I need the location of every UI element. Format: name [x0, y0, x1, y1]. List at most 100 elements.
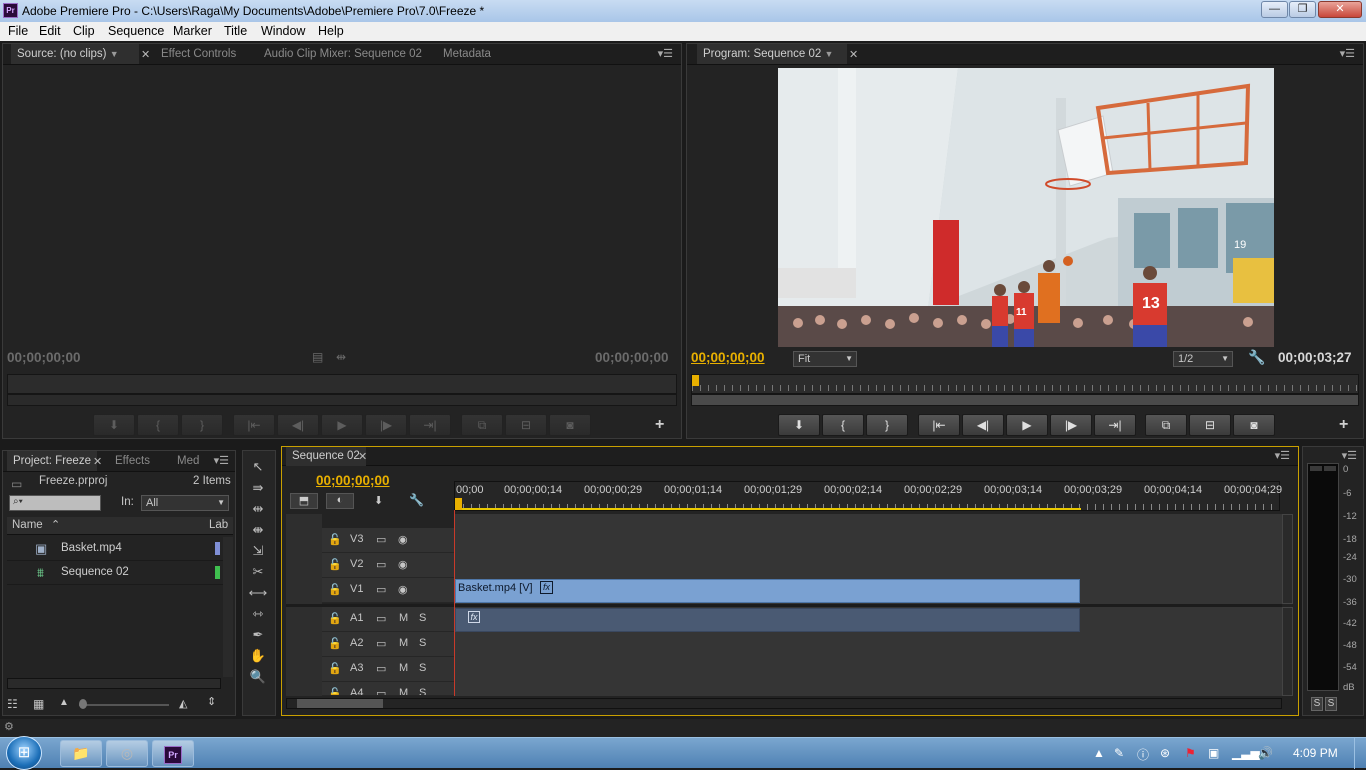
- lock-icon[interactable]: 🔓: [328, 662, 342, 675]
- export-frame-button[interactable]: ◙: [549, 414, 591, 436]
- wrench-settings-icon[interactable]: 🔧: [1248, 349, 1265, 366]
- sync-lock-icon[interactable]: ▭: [376, 637, 386, 650]
- play-button[interactable]: ▶: [321, 414, 363, 436]
- taskbar-clock[interactable]: 4:09 PM: [1293, 746, 1338, 760]
- column-label[interactable]: Lab: [209, 519, 228, 531]
- audio-clip[interactable]: fx: [455, 608, 1080, 632]
- tab-sequence[interactable]: Sequence 02: [286, 447, 366, 466]
- slide-tool-icon[interactable]: ⇿: [247, 604, 269, 624]
- button-editor-plus-icon[interactable]: +: [655, 416, 664, 434]
- source-zoom-scrollbar[interactable]: [7, 394, 677, 406]
- signal-tray-icon[interactable]: ▁▃▅: [1232, 746, 1260, 760]
- tab-program[interactable]: Program: Sequence 02 ▼: [697, 44, 847, 64]
- sort-ascending-icon[interactable]: ⌃: [51, 518, 60, 531]
- network-share-tray-icon[interactable]: ⊛: [1160, 746, 1170, 760]
- linked-selection-icon[interactable]: ◐: [326, 493, 354, 509]
- video-clip[interactable]: Basket.mp4 [V] fx: [455, 579, 1080, 603]
- step-forward-button[interactable]: |▶: [1050, 414, 1092, 436]
- zoom-in-icon[interactable]: ◭: [179, 697, 187, 710]
- go-to-in-button[interactable]: |⇤: [918, 414, 960, 436]
- hand-tool-icon[interactable]: ✋: [247, 646, 269, 666]
- fx-badge[interactable]: fx: [540, 581, 553, 594]
- overwrite-button[interactable]: ⊟: [505, 414, 547, 436]
- premiere-taskbar-icon[interactable]: Pr: [152, 740, 194, 767]
- video-tracks-scrollbar[interactable]: [1282, 514, 1293, 604]
- column-name[interactable]: Name: [12, 519, 43, 531]
- tab-metadata[interactable]: Metadata: [437, 44, 497, 64]
- chrome-taskbar-icon[interactable]: ◎: [106, 740, 148, 767]
- add-marker-button[interactable]: ⬇: [93, 414, 135, 436]
- menu-clip[interactable]: Clip: [73, 24, 95, 38]
- lock-icon[interactable]: 🔓: [328, 612, 342, 625]
- list-item[interactable]: ▣ Basket.mp4: [7, 537, 223, 561]
- go-to-out-button[interactable]: ⇥|: [1094, 414, 1136, 436]
- tab-close-icon[interactable]: ✕: [849, 48, 858, 61]
- razor-tool-icon[interactable]: ✂: [247, 562, 269, 582]
- add-marker-button[interactable]: ⬇: [778, 414, 820, 436]
- playhead[interactable]: [455, 498, 462, 510]
- play-button[interactable]: ▶: [1006, 414, 1048, 436]
- menu-edit[interactable]: Edit: [39, 24, 61, 38]
- source-timecode-out[interactable]: 00;00;00;00: [595, 350, 669, 365]
- lock-icon[interactable]: 🔓: [328, 533, 342, 546]
- export-frame-button[interactable]: ◙: [1233, 414, 1275, 436]
- minimize-button[interactable]: —: [1261, 1, 1288, 18]
- sync-lock-icon[interactable]: ▭: [376, 662, 386, 675]
- snap-icon[interactable]: ⬒: [290, 493, 318, 509]
- list-view-icon[interactable]: ☷: [7, 697, 18, 711]
- solo-button[interactable]: S: [419, 637, 426, 649]
- lock-icon[interactable]: 🔓: [328, 637, 342, 650]
- track-header-v2[interactable]: 🔓 V2 ▭ ◉: [322, 553, 454, 578]
- track-header-a4[interactable]: 🔓 A4 ▭ M S: [322, 682, 454, 696]
- show-desktop-button[interactable]: [1354, 738, 1366, 769]
- go-to-in-button[interactable]: |⇤: [233, 414, 275, 436]
- close-button[interactable]: ✕: [1318, 1, 1362, 18]
- audio-tracks-scrollbar[interactable]: [1282, 607, 1293, 696]
- sync-lock-icon[interactable]: ▭: [376, 687, 386, 695]
- solo-button[interactable]: S: [419, 662, 426, 674]
- zoom-select[interactable]: Fit ▼: [793, 351, 857, 367]
- menu-marker[interactable]: Marker: [173, 24, 212, 38]
- panel-menu-icon[interactable]: ▾☰: [1340, 47, 1355, 60]
- eye-icon[interactable]: ◉: [398, 533, 408, 546]
- sync-lock-icon[interactable]: ▭: [376, 533, 386, 546]
- project-vertical-scrollbar[interactable]: [223, 537, 233, 677]
- mute-button[interactable]: M: [399, 687, 408, 695]
- panel-menu-icon[interactable]: ▾☰: [214, 454, 229, 467]
- eye-icon[interactable]: ◉: [398, 558, 408, 571]
- source-timecode-in[interactable]: 00;00;00;00: [7, 350, 81, 365]
- panel-menu-icon[interactable]: ▾☰: [1342, 449, 1357, 462]
- sync-lock-icon[interactable]: ▭: [376, 583, 386, 596]
- button-editor-plus-icon[interactable]: +: [1339, 416, 1348, 434]
- mute-button[interactable]: M: [399, 637, 408, 649]
- program-timecode-current[interactable]: 00;00;00;00: [691, 350, 765, 365]
- mark-in-button[interactable]: {: [137, 414, 179, 436]
- film-icon[interactable]: ▤: [312, 350, 323, 364]
- pen-tray-icon[interactable]: ✎: [1114, 746, 1124, 760]
- rate-stretch-tool-icon[interactable]: ⇲: [247, 541, 269, 561]
- sort-icons-icon[interactable]: ⇕: [207, 695, 216, 708]
- extract-button[interactable]: ⊟: [1189, 414, 1231, 436]
- fx-badge[interactable]: fx: [468, 611, 480, 623]
- sync-lock-icon[interactable]: ▭: [376, 558, 386, 571]
- tab-source[interactable]: Source: (no clips) ▼: [11, 44, 139, 64]
- slip-tool-icon[interactable]: ⟷: [247, 583, 269, 603]
- tab-close-icon[interactable]: ✕: [358, 450, 367, 463]
- track-header-a3[interactable]: 🔓 A3 ▭ M S: [322, 657, 454, 682]
- menu-window[interactable]: Window: [261, 24, 305, 38]
- icon-view-icon[interactable]: ▦: [33, 697, 44, 711]
- zoom-slider-thumb[interactable]: [79, 699, 87, 709]
- program-time-ruler[interactable]: [691, 374, 1359, 394]
- track-header-v1[interactable]: 🔓 V1 ▭ ◉: [322, 578, 454, 603]
- panel-menu-icon[interactable]: ▾☰: [1275, 449, 1290, 462]
- add-marker-icon[interactable]: ⬇: [374, 494, 383, 507]
- mark-in-button[interactable]: {: [822, 414, 864, 436]
- track-select-tool-icon[interactable]: ⇛: [247, 478, 269, 498]
- playhead[interactable]: [692, 375, 699, 386]
- solo-right-button[interactable]: S: [1325, 697, 1337, 711]
- start-button[interactable]: ⊞: [6, 736, 42, 770]
- timeline-settings-icon[interactable]: 🔧: [409, 493, 424, 507]
- solo-button[interactable]: S: [419, 612, 426, 624]
- lock-icon[interactable]: 🔓: [328, 583, 342, 596]
- lock-icon[interactable]: 🔓: [328, 687, 342, 695]
